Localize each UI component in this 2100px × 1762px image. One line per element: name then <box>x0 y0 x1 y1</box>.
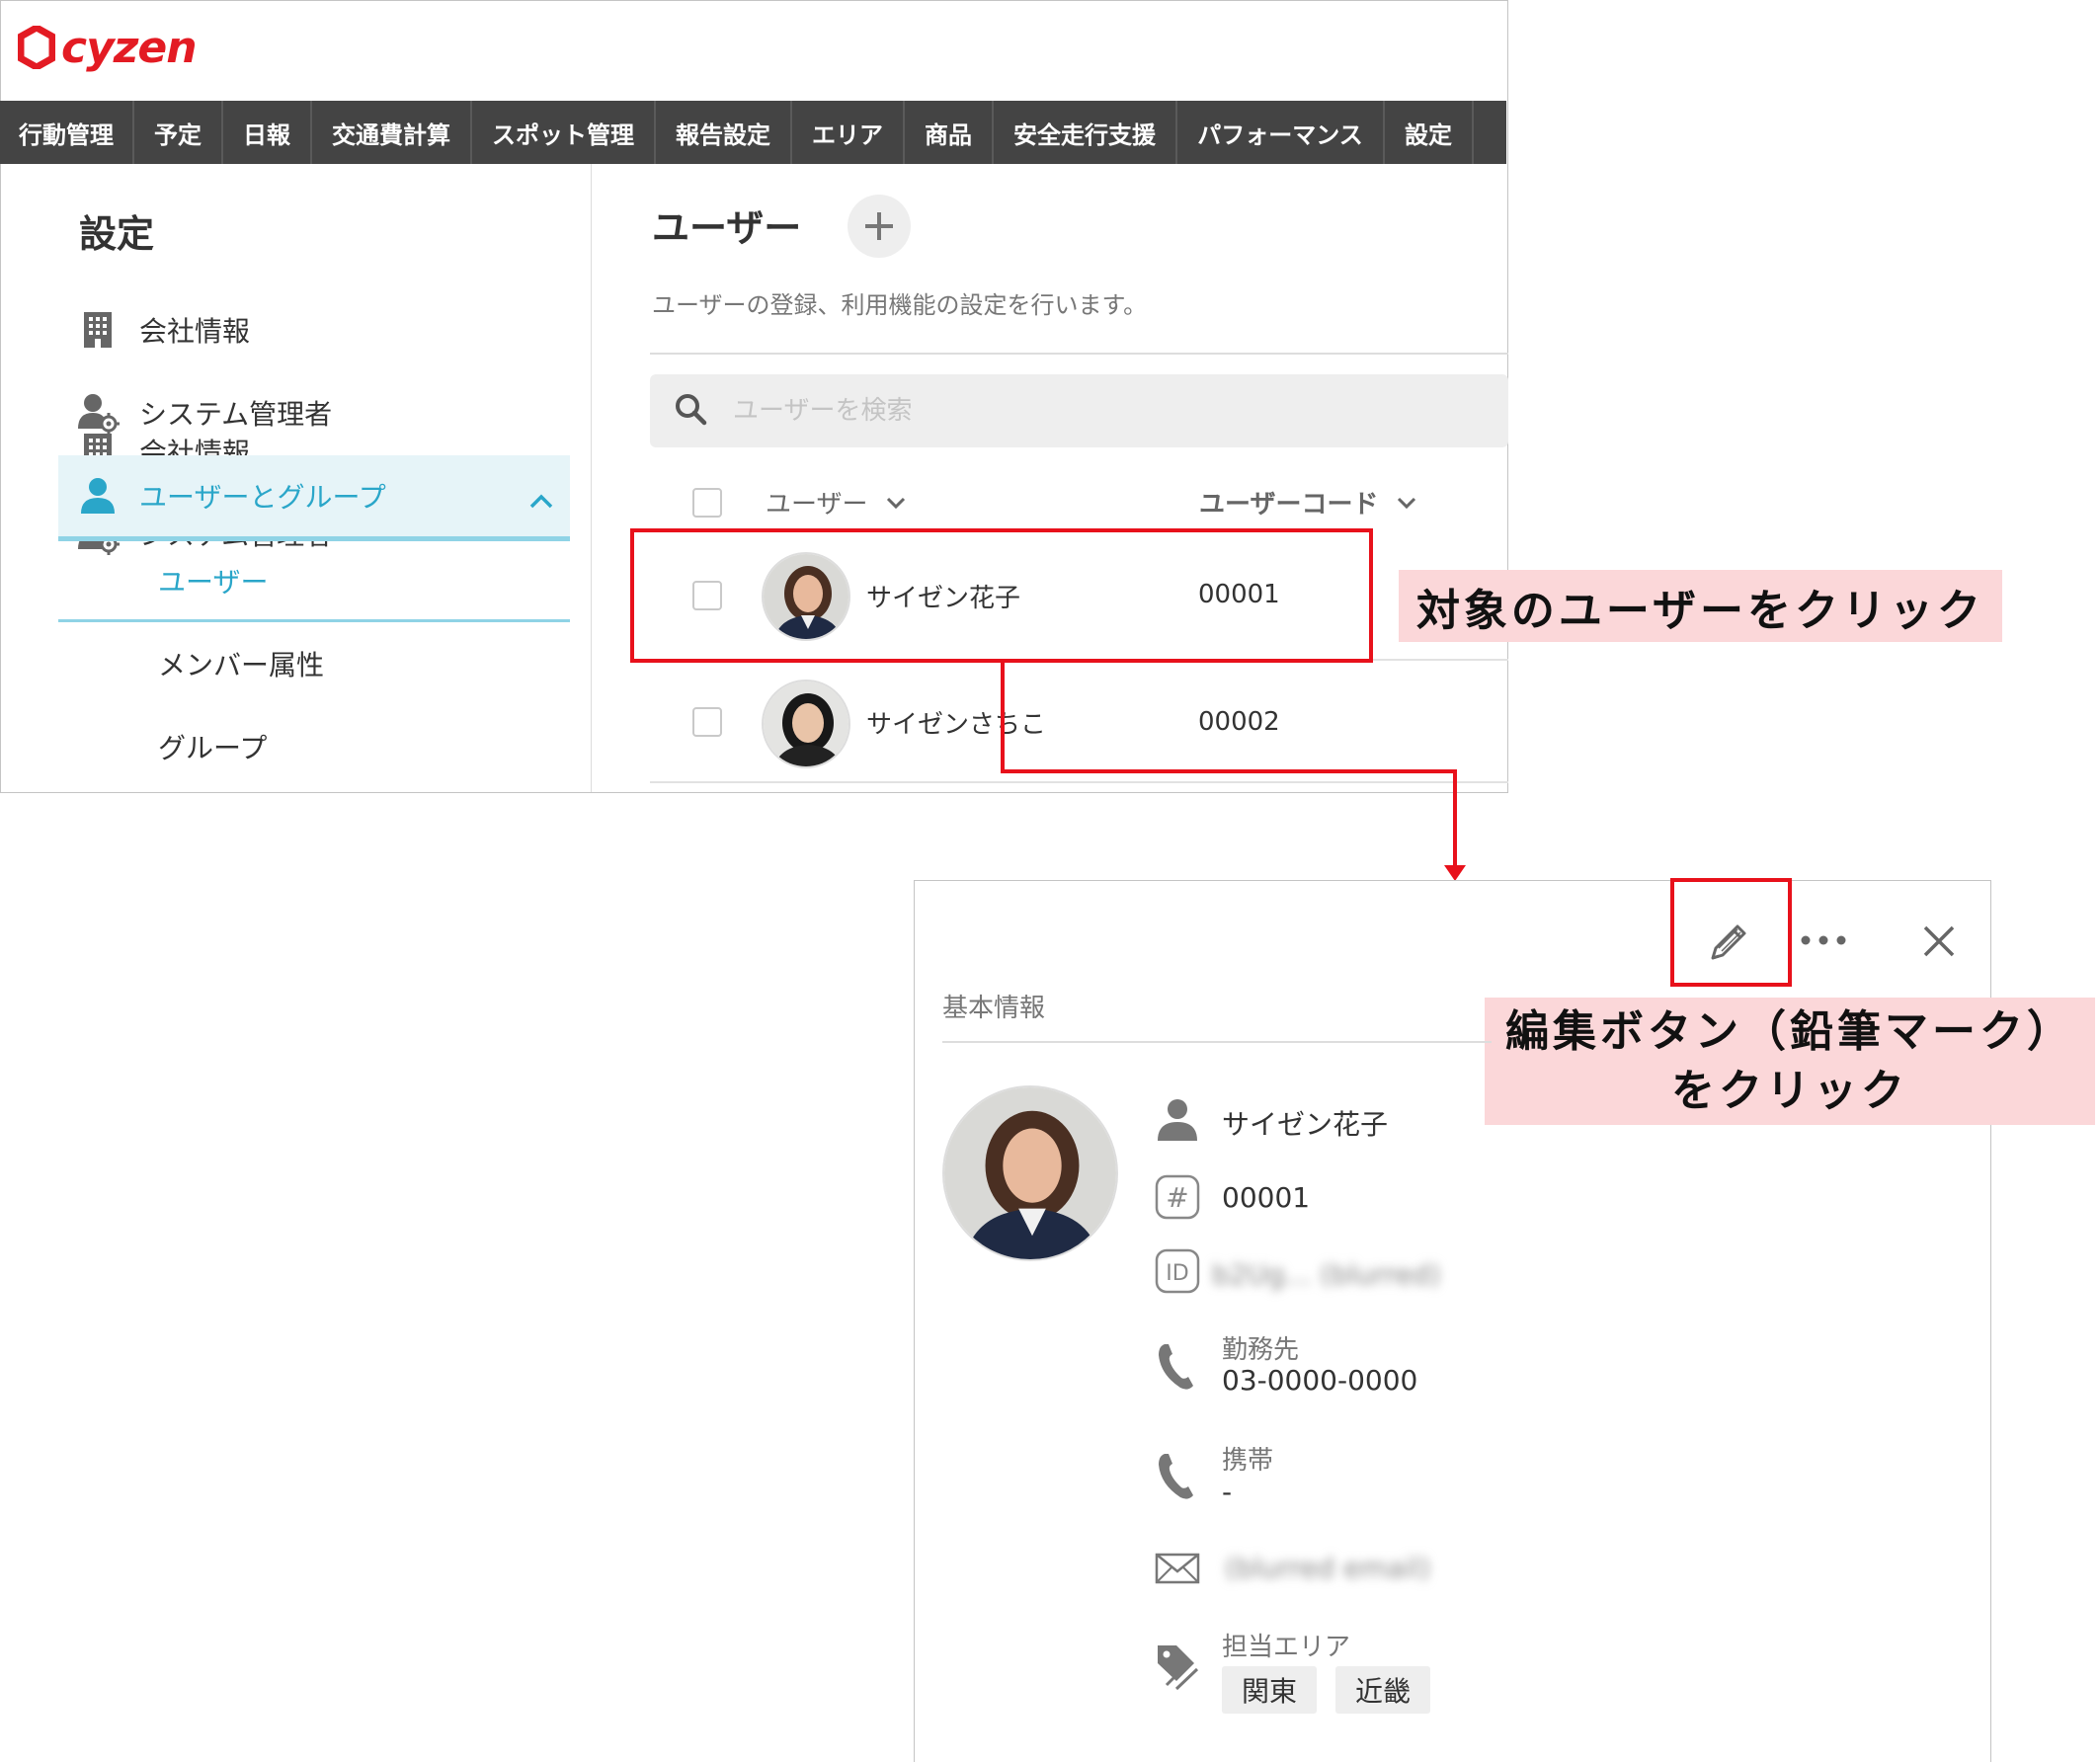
detail-area-label: 担当エリア <box>1222 1633 1351 1662</box>
user-icon <box>76 474 120 518</box>
divider <box>942 1041 1492 1043</box>
connector-line <box>1453 769 1457 870</box>
area-tag: 関東 <box>1222 1666 1317 1714</box>
sidebar-item-label: システム管理者 <box>139 398 333 431</box>
row-divider <box>650 781 1508 783</box>
mail-icon <box>1155 1553 1200 1584</box>
admin-gear-icon <box>76 391 120 435</box>
sidebar-item-system-admin-row[interactable]: システム管理者 <box>58 372 570 453</box>
building-icon <box>76 308 120 352</box>
user-search-box[interactable] <box>650 374 1508 447</box>
column-label: ユーザー <box>766 490 868 520</box>
menu-item-area[interactable]: エリア <box>792 101 905 164</box>
sidebar-title: 設定 <box>79 212 155 256</box>
hash-icon: # <box>1155 1174 1200 1220</box>
close-icon <box>1923 925 1955 957</box>
callout-line: 編集ボタン（鉛筆マーク） <box>1505 1005 2074 1057</box>
active-sub-underline <box>58 619 570 622</box>
select-all-checkbox[interactable] <box>692 488 722 518</box>
detail-code: 00001 <box>1222 1181 1311 1214</box>
id-icon: ID <box>1155 1248 1200 1294</box>
search-icon <box>674 392 707 430</box>
logo-text: cyzen <box>61 22 198 73</box>
detail-mobile-label: 携帯 <box>1222 1446 1274 1476</box>
page-title: ユーザー <box>652 206 802 250</box>
add-user-button[interactable] <box>848 195 911 258</box>
detail-work-label: 勤務先 <box>1222 1335 1300 1365</box>
menu-item-products[interactable]: 商品 <box>905 101 994 164</box>
highlight-box-edit-button <box>1670 878 1792 987</box>
chevron-down-icon <box>1398 497 1416 509</box>
detail-avatar <box>942 1085 1118 1261</box>
menu-item-settings[interactable]: 設定 <box>1385 101 1474 164</box>
sidebar-sub-member-attributes[interactable]: メンバー属性 <box>158 644 324 683</box>
main-menu-bar: 行動管理 予定 日報 交通費計算 スポット管理 報告設定 エリア 商品 安全走行… <box>0 101 1506 164</box>
connector-line <box>1001 769 1457 773</box>
more-options-button[interactable] <box>1796 923 1851 957</box>
svg-text:ID: ID <box>1166 1261 1188 1286</box>
area-tag: 近畿 <box>1335 1666 1430 1714</box>
sidebar-sub-users[interactable]: ユーザー <box>158 561 268 601</box>
svg-text:#: # <box>1166 1181 1188 1214</box>
search-input[interactable] <box>731 395 1328 427</box>
column-header-user-code[interactable]: ユーザーコード <box>1199 484 1417 521</box>
column-label: ユーザーコード <box>1199 490 1379 520</box>
divider <box>650 353 1508 355</box>
chevron-down-icon <box>887 497 906 509</box>
hexagon-logo-icon <box>18 26 55 69</box>
sidebar-sub-groups[interactable]: グループ <box>158 727 267 766</box>
detail-email-blurred: (blurred email) <box>1225 1552 1431 1584</box>
sidebar-item-users-and-groups[interactable]: ユーザーとグループ <box>58 455 570 539</box>
menu-item-schedule[interactable]: 予定 <box>134 101 223 164</box>
menu-item-report-settings[interactable]: 報告設定 <box>656 101 792 164</box>
highlight-box-user-row <box>630 528 1373 663</box>
user-avatar[interactable] <box>762 680 850 768</box>
tag-icon <box>1155 1642 1200 1691</box>
person-icon <box>1155 1097 1200 1143</box>
page-description: ユーザーの登録、利用機能の設定を行います。 <box>652 291 1148 319</box>
sidebar-item-label: 会社情報 <box>139 315 251 348</box>
menu-item-safe-driving[interactable]: 安全走行支援 <box>994 101 1177 164</box>
detail-id-blurred: b2Ug... (blurred) <box>1212 1258 1441 1291</box>
phone-icon <box>1155 1451 1198 1502</box>
detail-name: サイゼン花子 <box>1222 1108 1389 1141</box>
cyzen-logo[interactable]: cyzen <box>18 18 198 77</box>
menu-item-transport-cost[interactable]: 交通費計算 <box>312 101 472 164</box>
close-button[interactable] <box>1917 920 1961 963</box>
menu-item-performance[interactable]: パフォーマンス <box>1177 101 1385 164</box>
menu-item-action-management[interactable]: 行動管理 <box>0 101 134 164</box>
connector-line <box>1001 661 1005 773</box>
menu-item-daily-report[interactable]: 日報 <box>223 101 312 164</box>
detail-mobile-value: - <box>1222 1476 1233 1508</box>
callout-click-edit: 編集ボタン（鉛筆マーク） をクリック <box>1485 998 2095 1125</box>
detail-work-phone: 03-0000-0000 <box>1222 1364 1418 1397</box>
arrowhead-icon <box>1444 865 1466 881</box>
section-title-basic-info: 基本情報 <box>942 994 1046 1023</box>
menu-item-spot-management[interactable]: スポット管理 <box>472 101 656 164</box>
callout-line: をクリック <box>1671 1065 1908 1116</box>
row-checkbox[interactable] <box>692 707 722 737</box>
sidebar-item-company-info-row[interactable]: 会社情報 <box>58 289 570 370</box>
user-code-cell: 00002 <box>1198 707 1280 737</box>
user-name-cell[interactable]: サイゼンさちこ <box>866 704 1046 741</box>
ellipsis-icon <box>1801 935 1846 945</box>
phone-icon <box>1155 1341 1198 1393</box>
column-header-user[interactable]: ユーザー <box>766 484 907 521</box>
sidebar-item-label: ユーザーとグループ <box>139 481 386 514</box>
chevron-up-icon[interactable] <box>528 483 554 516</box>
plus-icon <box>865 212 893 240</box>
callout-click-user: 対象のユーザーをクリック <box>1399 570 2002 642</box>
